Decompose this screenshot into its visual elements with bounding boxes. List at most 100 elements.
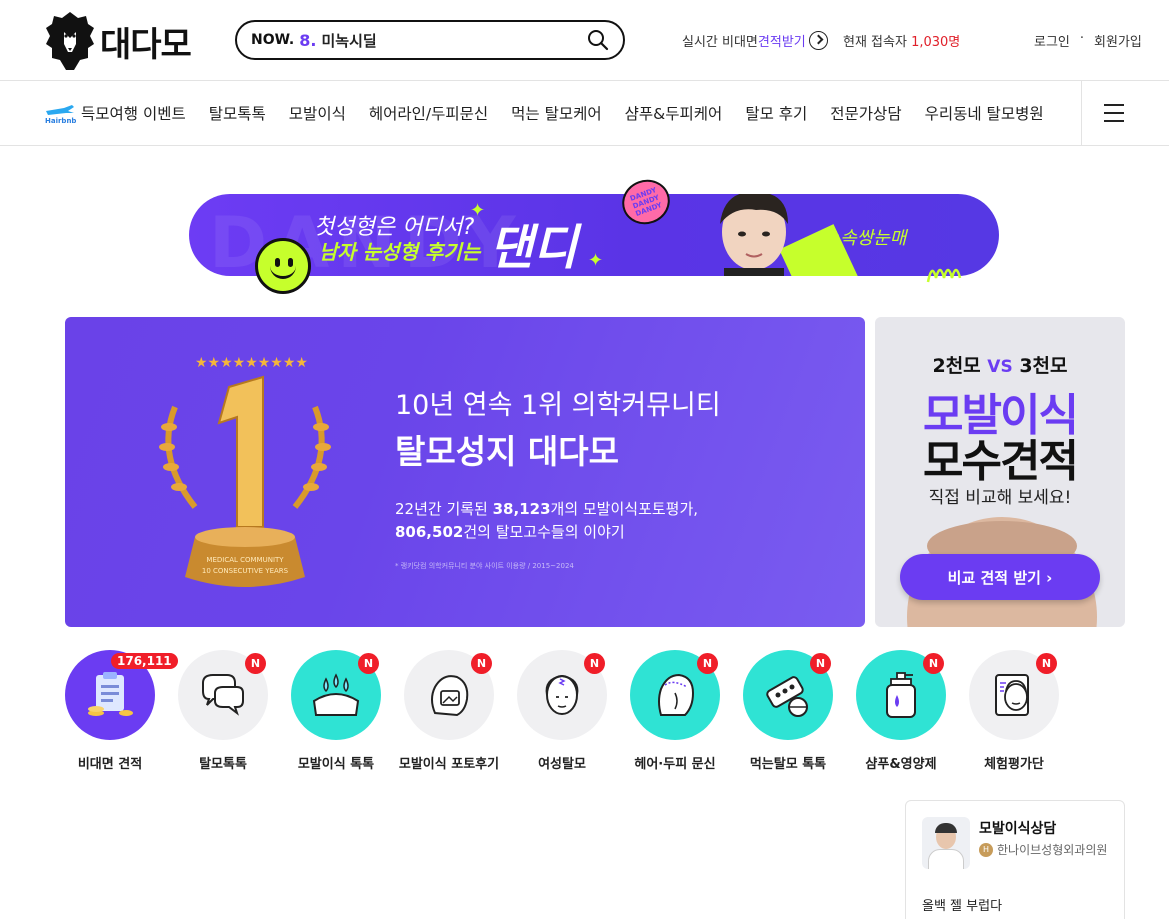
category-icon-circle: N xyxy=(630,650,720,740)
hamburger-line-icon xyxy=(1104,120,1124,122)
category-remote-quote[interactable]: 176,111 비대면 견적 xyxy=(45,650,178,772)
hero-stat2-value: 806,502 xyxy=(395,523,464,541)
nav-item-transplant[interactable]: 모발이식 xyxy=(289,102,346,124)
nav-items: Hairbnb 득모여행 이벤트 탈모톡톡 모발이식 헤어라인/두피문신 먹는 … xyxy=(44,81,1067,145)
nav-item-hairline-tattoo[interactable]: 헤어라인/두피문신 xyxy=(369,102,488,124)
hamburger-line-icon xyxy=(1104,104,1124,106)
hero-title-line1: 10년 연속 1위 의학커뮤니티 xyxy=(395,390,721,421)
hero-stat1-prefix: 22년간 기록된 xyxy=(395,500,493,518)
category-label: 비대면 견적 xyxy=(77,757,143,772)
new-badge: N xyxy=(358,653,379,674)
consult-card[interactable]: 모발이식상담 H 한나이브성형외과의원 올백 젤 부럽다 xyxy=(905,800,1125,919)
new-badge: N xyxy=(584,653,605,674)
logo-text: 대다모 xyxy=(100,24,192,65)
hamburger-menu-button[interactable] xyxy=(1081,81,1169,145)
search-trending-keyword[interactable]: 미녹시딜 xyxy=(321,30,376,51)
ad-line2: 남자 눈성형 후기는 xyxy=(319,240,481,264)
clipboard-coins-icon xyxy=(88,672,133,716)
signup-link[interactable]: 회원가입 xyxy=(1094,31,1142,50)
category-icon-circle: N xyxy=(517,650,607,740)
category-oral-talk[interactable]: N 먹는탈모 톡톡 xyxy=(723,650,853,772)
squiggle-icon xyxy=(926,268,962,283)
visitors-label: 현재 접속자 xyxy=(843,35,907,50)
category-hairloss-talk[interactable]: N 탈모톡톡 xyxy=(158,650,288,772)
category-female-hairloss[interactable]: N 여성탈모 xyxy=(497,650,627,772)
search-rank: 8. xyxy=(299,30,317,50)
nav-item-local-clinics[interactable]: 우리동네 탈모병원 xyxy=(925,102,1044,124)
transplant-quote-ad[interactable]: 2천모 VS 3천모 모발이식 모수견적 직접 비교해 보세요! 비교 견적 받… xyxy=(875,317,1125,627)
category-scalp-tattoo[interactable]: N 헤어·두피 문신 xyxy=(610,650,740,772)
new-badge: N xyxy=(810,653,831,674)
category-icon-circle: N xyxy=(404,650,494,740)
search-now-label: NOW. xyxy=(251,32,295,48)
ad-model-image xyxy=(720,194,788,276)
nav-item-hairloss-talk[interactable]: 탈모톡톡 xyxy=(209,102,266,124)
hero-stat1-suffix: 개의 모발이식포토평가, xyxy=(550,500,699,518)
scalp-tattoo-icon xyxy=(658,673,695,716)
consult-hospital: H 한나이브성형외과의원 xyxy=(979,842,1114,858)
woman-head-icon xyxy=(545,674,579,715)
hero-stat-line1: 22년간 기록된 38,123개의 모발이식포토평가, xyxy=(395,498,698,519)
vs-mid: VS xyxy=(987,357,1013,377)
consult-title: 모발이식상담 xyxy=(979,821,1057,837)
smiley-mouth-icon xyxy=(270,265,296,279)
arrow-right-circle-icon xyxy=(808,31,828,50)
review-face-icon xyxy=(995,674,1029,716)
category-transplant-talk[interactable]: N 모발이식 톡톡 xyxy=(271,650,401,772)
hero-footnote: * 랭키닷컴 의학커뮤니티 분야 사이트 이용량 / 2015~2024 xyxy=(395,562,574,570)
site-logo[interactable]: 대다모 xyxy=(44,10,192,72)
main-nav: Hairbnb 득모여행 이벤트 탈모톡톡 모발이식 헤어라인/두피문신 먹는 … xyxy=(0,81,1169,146)
sparkle-icon: ✦ xyxy=(470,200,486,221)
category-icon-circle: N xyxy=(856,650,946,740)
shampoo-bottle-icon xyxy=(886,672,916,718)
category-icon-circle: 176,111 xyxy=(65,650,178,740)
vs-right: 3천모 xyxy=(1019,355,1068,377)
category-icon-circle: N xyxy=(178,650,268,740)
sparkle-icon: ✦ xyxy=(588,250,604,271)
transplant-drops-icon xyxy=(312,673,360,716)
nav-item-reviews[interactable]: 탈모 후기 xyxy=(745,102,807,124)
top-bar: 대다모 NOW. 8. 미녹시딜 실시간 비대면 견적받기 현재 접속자 1,03… xyxy=(0,0,1169,81)
new-badge: N xyxy=(471,653,492,674)
category-shampoo[interactable]: N 샴푸&영양제 xyxy=(836,650,966,772)
hero-title-line2: 탈모성지 대다모 xyxy=(395,432,620,471)
category-label: 모발이식 포토후기 xyxy=(398,757,500,772)
smiley-icon xyxy=(255,238,311,294)
category-label: 샴푸&영양제 xyxy=(865,757,937,772)
nav-item-travel-event[interactable]: Hairbnb 득모여행 이벤트 xyxy=(44,101,186,125)
visitors-count: 1,030명 xyxy=(911,35,961,50)
ad-brand: 댄디 xyxy=(489,220,578,276)
current-visitors: 현재 접속자 1,030명 xyxy=(843,31,960,50)
category-icon-circle: N xyxy=(291,650,381,740)
nav-item-shampoo-care[interactable]: 샴푸&두피케어 xyxy=(625,102,723,124)
nav-item-oral-care[interactable]: 먹는 탈모케어 xyxy=(511,102,602,124)
chat-bubbles-icon xyxy=(202,674,244,716)
search-icon[interactable] xyxy=(587,29,609,51)
login-link[interactable]: 로그인 xyxy=(1034,31,1070,50)
hairbnb-label: Hairbnb xyxy=(45,117,76,125)
auth-separator: · xyxy=(1079,31,1085,46)
nav-item-expert-consult[interactable]: 전문가상담 xyxy=(830,102,901,124)
category-shortcuts: 176,111 비대면 견적 N 탈모톡톡 N 모발이식 톡톡 N 모발이식 포… xyxy=(65,650,1125,780)
hospital-name[interactable]: 한나이브성형외과의원 xyxy=(997,842,1107,858)
category-label: 헤어·두피 문신 xyxy=(634,757,716,772)
realtime-prefix: 실시간 비대면 xyxy=(682,35,758,50)
hairbnb-plane-icon: Hairbnb xyxy=(44,101,76,125)
doctor-coat xyxy=(928,849,964,869)
ad-tag: #속쌍눈매 xyxy=(825,228,907,249)
svg-text:★★★★★★★★★: ★★★★★★★★★ xyxy=(195,355,308,371)
hero-stat2-suffix: 건의 탈모고수들의 이야기 xyxy=(463,523,625,541)
consult-question[interactable]: 올백 젤 부럽다 xyxy=(922,895,1002,914)
search-box[interactable]: NOW. 8. 미녹시딜 xyxy=(235,20,625,60)
hero-stat-line2: 806,502건의 탈모고수들의 이야기 xyxy=(395,521,625,542)
category-label: 여성탈모 xyxy=(538,757,586,772)
new-badge: N xyxy=(1036,653,1057,674)
category-label: 탈모톡톡 xyxy=(199,757,247,772)
category-label: 먹는탈모 톡톡 xyxy=(749,757,827,772)
compare-quote-button[interactable]: 비교 견적 받기 › xyxy=(900,554,1100,600)
category-photo-reviews[interactable]: N 모발이식 포토후기 xyxy=(384,650,514,772)
realtime-quote-link[interactable]: 실시간 비대면 견적받기 xyxy=(682,31,828,50)
category-experience-panel[interactable]: N 체험평가단 xyxy=(949,650,1079,772)
hero-banner[interactable]: ★★★★★★★★★ 1 MEDICAL COMMUNITY 10 CONSECU… xyxy=(65,317,865,627)
new-badge: N xyxy=(697,653,718,674)
